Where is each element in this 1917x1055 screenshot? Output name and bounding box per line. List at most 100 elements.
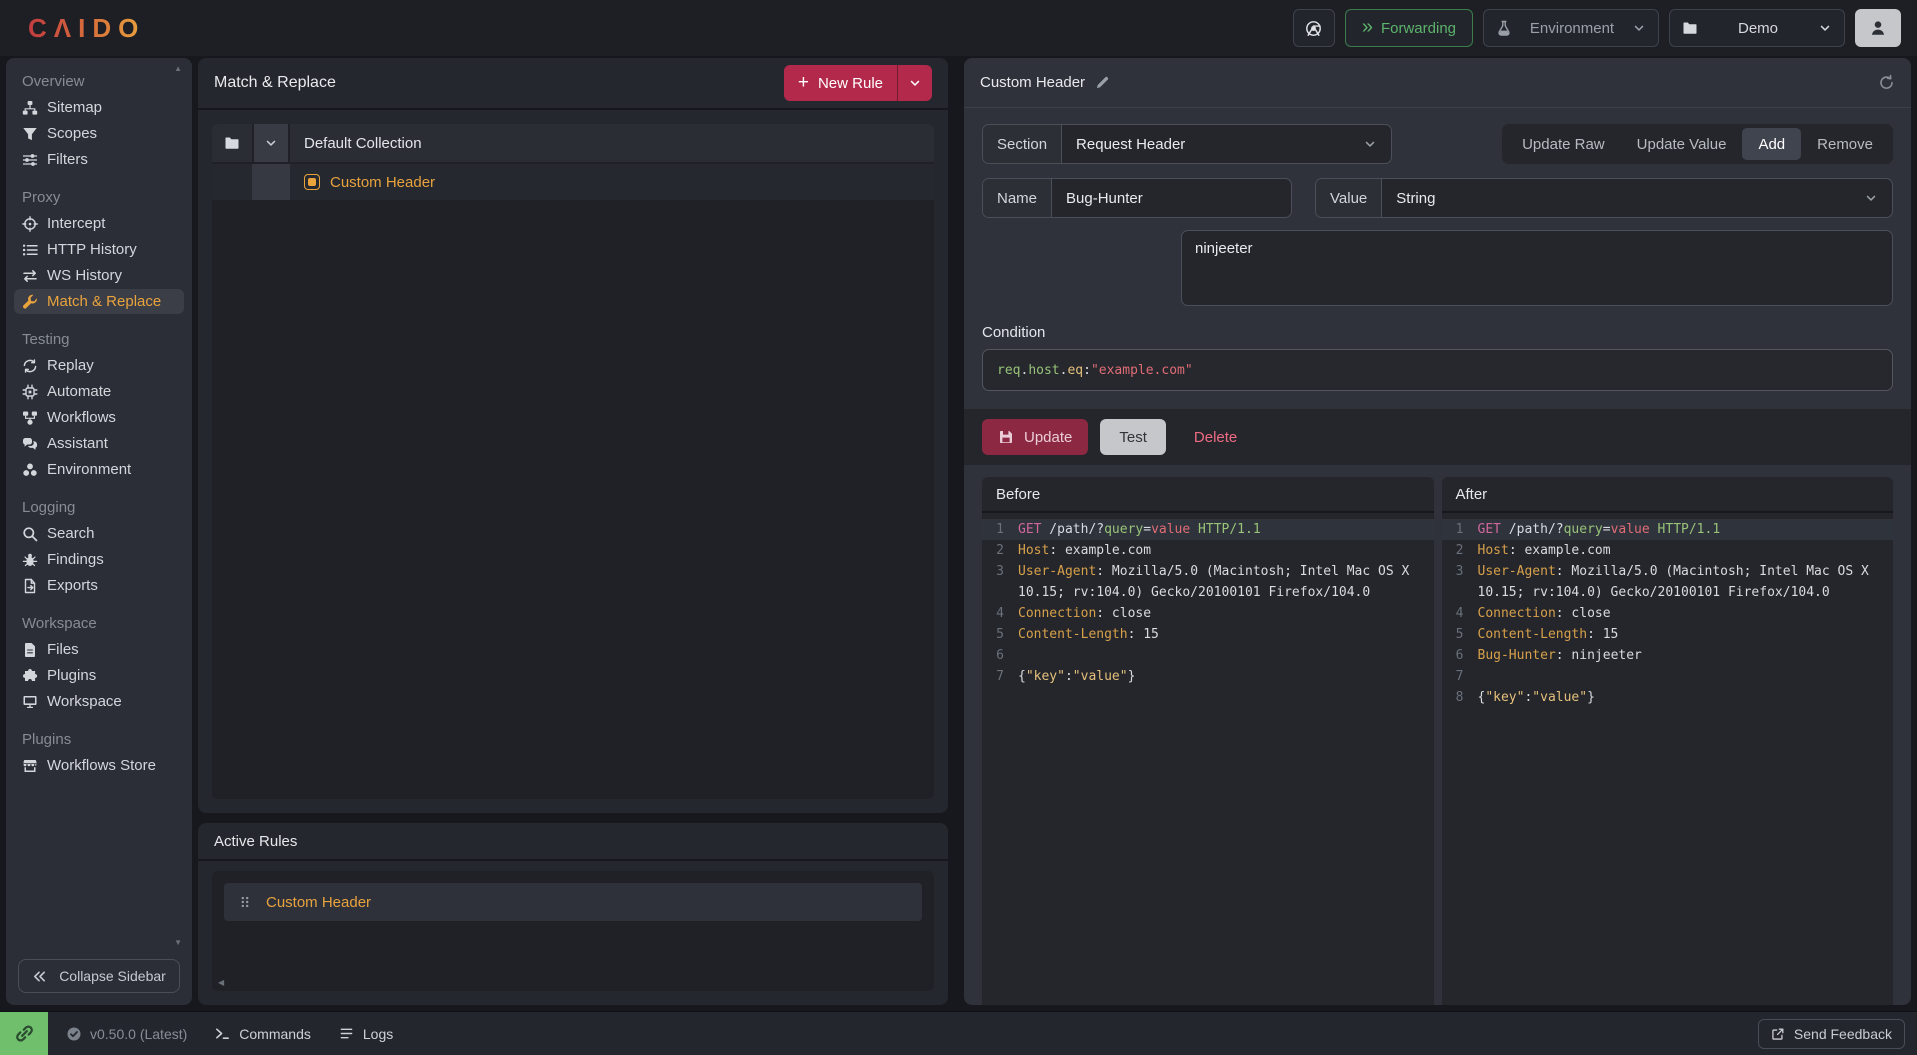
value-type-select[interactable]: String [1382, 179, 1892, 217]
sidebar-item-intercept[interactable]: Intercept [14, 211, 184, 236]
sidebar-item-exports[interactable]: Exports [14, 573, 184, 598]
sidebar-item-sitemap[interactable]: Sitemap [14, 95, 184, 120]
condition-token: req [997, 363, 1020, 378]
forwarding-label: Forwarding [1381, 20, 1456, 37]
plugins-icon [22, 668, 38, 684]
sidebar-item-scopes[interactable]: Scopes [14, 121, 184, 146]
sidebar-item-label: Search [47, 525, 95, 542]
topbar-actions: » Forwarding Environment Demo [1293, 9, 1901, 47]
condition-token: . [1020, 363, 1028, 378]
store-icon [22, 758, 38, 774]
rule-form: Section Request Header Update RawUpdate … [964, 108, 1911, 391]
line-number: 4 [1442, 603, 1478, 624]
code-line: 7{"key":"value"} [982, 666, 1434, 687]
sidebar-item-assistant[interactable]: Assistant [14, 431, 184, 456]
before-code[interactable]: 1GET /path/?query=value HTTP/1.12Host: e… [982, 513, 1434, 1005]
test-label: Test [1119, 429, 1147, 446]
condition-label: Condition [982, 324, 1893, 341]
code-line: 6Bug-Hunter: ninjeeter [1442, 645, 1894, 666]
code-line: 6 [982, 645, 1434, 666]
ws-history-icon [22, 268, 38, 284]
sidebar-item-findings[interactable]: Findings [14, 547, 184, 572]
active-rules-scroll-left-icon[interactable]: ◀ [218, 978, 224, 987]
name-input[interactable]: Bug-Hunter [1052, 179, 1291, 217]
sidebar-item-search[interactable]: Search [14, 521, 184, 546]
update-button[interactable]: Update [982, 419, 1088, 455]
line-content: {"key":"value"} [1478, 687, 1894, 708]
browser-button[interactable] [1293, 9, 1335, 47]
line-content: Connection: close [1018, 603, 1434, 624]
collection-expand-toggle[interactable] [252, 124, 290, 162]
sidebar-scroll-up-icon[interactable]: ▲ [174, 64, 182, 73]
operation-update-raw[interactable]: Update Raw [1506, 128, 1621, 160]
collection-row[interactable]: Default Collection [212, 124, 934, 162]
active-rules-list: Custom Header ◀ [212, 871, 934, 991]
reset-icon[interactable] [1878, 74, 1895, 91]
sidebar-nav: OverviewSitemapScopesFiltersProxyInterce… [14, 68, 184, 959]
code-line: 2Host: example.com [982, 540, 1434, 561]
collapse-sidebar-button[interactable]: Collapse Sidebar [18, 959, 180, 993]
operation-add[interactable]: Add [1742, 128, 1801, 160]
sidebar-item-label: Filters [47, 151, 88, 168]
connection-link-button[interactable] [0, 1012, 48, 1055]
project-dropdown[interactable]: Demo [1669, 9, 1845, 47]
logs-label: Logs [363, 1026, 393, 1042]
sidebar-item-replay[interactable]: Replay [14, 353, 184, 378]
sidebar-item-files[interactable]: Files [14, 637, 184, 662]
files-icon [22, 642, 38, 658]
automate-icon [22, 384, 38, 400]
code-line: 4Connection: close [982, 603, 1434, 624]
after-code[interactable]: 1GET /path/?query=value HTTP/1.12Host: e… [1442, 513, 1894, 1005]
line-number: 2 [982, 540, 1018, 561]
sidebar-scroll-down-icon[interactable]: ▼ [174, 938, 182, 947]
sidebar-item-http-history[interactable]: HTTP History [14, 237, 184, 262]
operation-update-value[interactable]: Update Value [1621, 128, 1743, 160]
commands-button[interactable]: Commands [215, 1026, 311, 1042]
rule-title: Custom Header [980, 74, 1085, 91]
tree-rule-custom-header[interactable]: Custom Header [212, 164, 934, 200]
active-rule-custom-header[interactable]: Custom Header [224, 883, 922, 921]
sidebar-item-match-replace[interactable]: Match & Replace [14, 289, 184, 314]
sidebar-item-workflows-store[interactable]: Workflows Store [14, 753, 184, 778]
sidebar-item-workspace[interactable]: Workspace [14, 689, 184, 714]
chevron-down-icon [1864, 191, 1878, 205]
save-icon [998, 429, 1014, 445]
rule-name: Custom Header [330, 174, 435, 191]
name-field: Name Bug-Hunter [982, 178, 1292, 218]
rule-enabled-checkbox[interactable] [304, 174, 320, 190]
new-rule-menu-button[interactable] [897, 65, 932, 101]
chevron-down-icon [908, 76, 922, 90]
sidebar-item-plugins[interactable]: Plugins [14, 663, 184, 688]
sidebar-section-title-logging: Logging [14, 494, 184, 520]
value-textarea[interactable]: ninjeeter [1181, 230, 1893, 306]
sidebar-item-workflows[interactable]: Workflows [14, 405, 184, 430]
active-rules-panel: Active Rules Custom Header ◀ [198, 823, 948, 1005]
line-content: GET /path/?query=value HTTP/1.1 [1018, 519, 1434, 540]
logs-icon [339, 1026, 354, 1041]
forwarding-button[interactable]: » Forwarding [1345, 9, 1473, 47]
logs-button[interactable]: Logs [339, 1026, 393, 1042]
line-number: 2 [1442, 540, 1478, 561]
sidebar-item-ws-history[interactable]: WS History [14, 263, 184, 288]
condition-input[interactable]: req.host.eq:"example.com" [982, 349, 1893, 391]
operation-remove[interactable]: Remove [1801, 128, 1889, 160]
sidebar-item-automate[interactable]: Automate [14, 379, 184, 404]
delete-button[interactable]: Delete [1194, 429, 1237, 446]
send-feedback-button[interactable]: Send Feedback [1758, 1019, 1905, 1049]
sidebar-item-filters[interactable]: Filters [14, 147, 184, 172]
name-label: Name [983, 179, 1052, 217]
new-rule-split-button: + New Rule [784, 65, 932, 101]
main-layout: ▲ OverviewSitemapScopesFiltersProxyInter… [0, 56, 1917, 1011]
user-avatar-button[interactable] [1855, 9, 1901, 47]
edit-name-icon[interactable] [1095, 75, 1110, 90]
rule-indent-block [252, 164, 290, 200]
test-button[interactable]: Test [1100, 419, 1166, 455]
sidebar-item-label: Assistant [47, 435, 108, 452]
section-select[interactable]: Request Header [1062, 125, 1391, 163]
line-content: {"key":"value"} [1018, 666, 1434, 687]
commands-label: Commands [239, 1026, 311, 1042]
sidebar-item-environment[interactable]: Environment [14, 457, 184, 482]
new-rule-button[interactable]: + New Rule [784, 65, 897, 101]
environment-dropdown[interactable]: Environment [1483, 9, 1659, 47]
drag-handle-icon[interactable] [238, 895, 252, 909]
